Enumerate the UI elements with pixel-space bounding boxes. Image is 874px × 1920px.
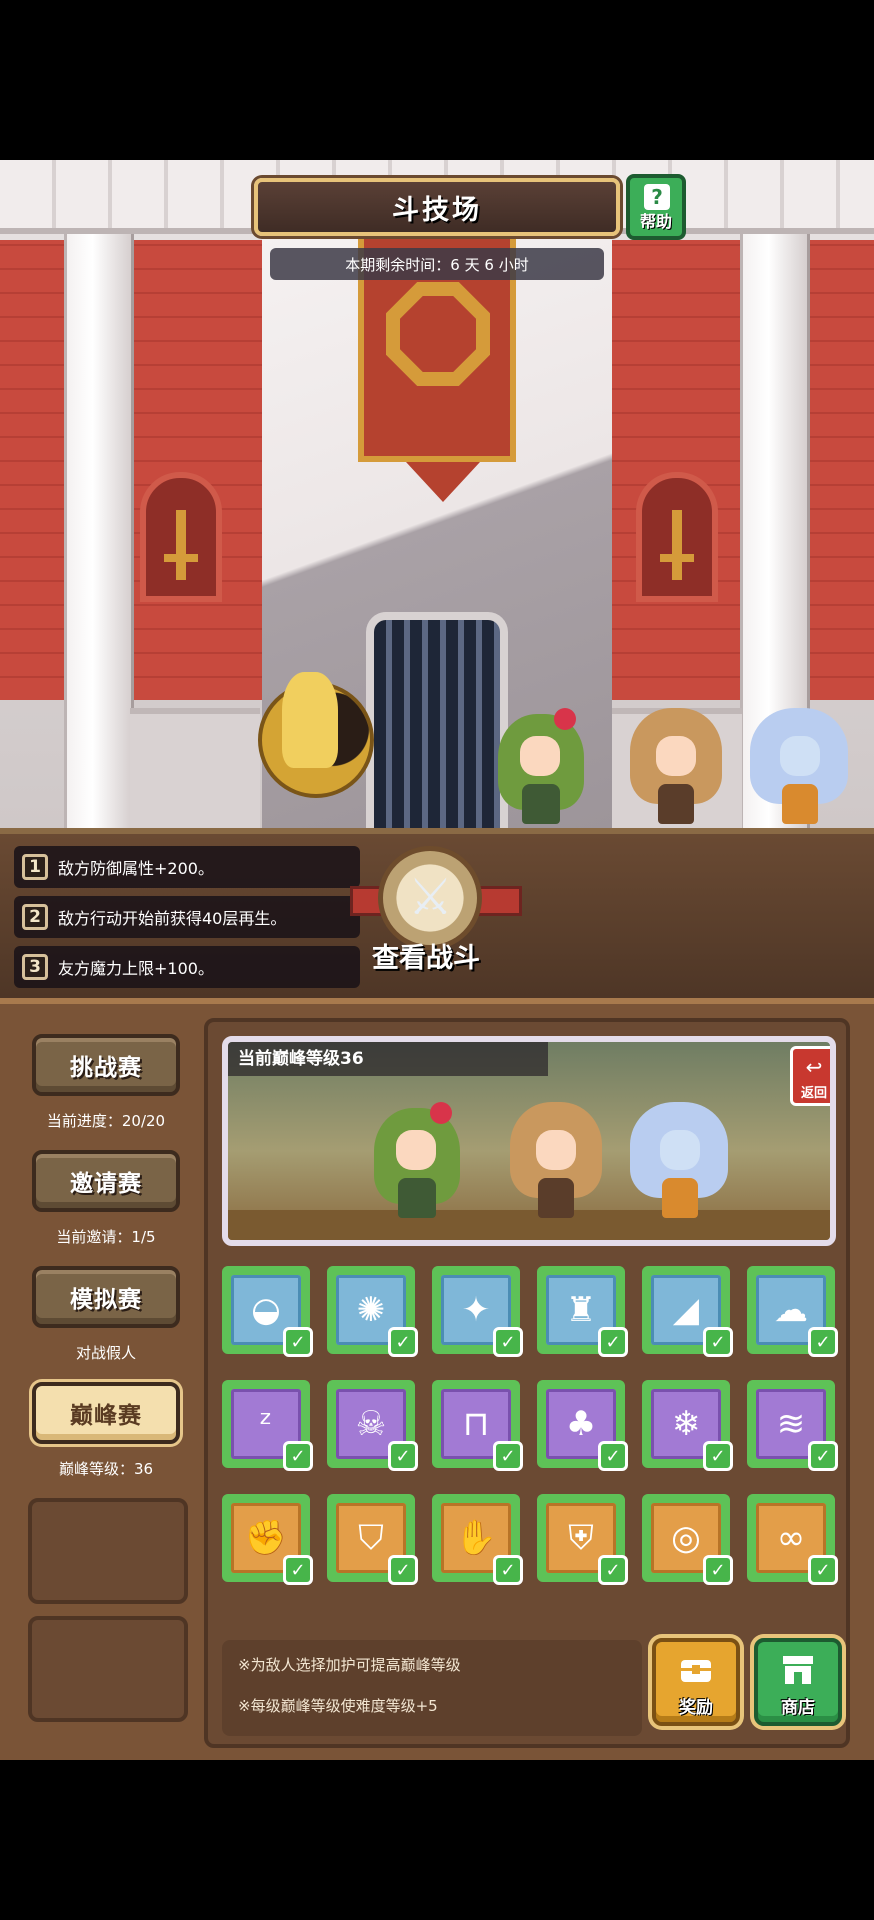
- buff-slot[interactable]: ✊ ✓: [222, 1494, 313, 1585]
- empty-slot: [28, 1616, 188, 1722]
- note-line: ※每级巅峰等级使难度等级+5: [238, 1697, 438, 1715]
- pillar-base: [130, 708, 260, 828]
- buff-slot[interactable]: ᶻ ✓: [222, 1380, 313, 1471]
- note-line: ※为敌人选择加护可提高巅峰等级: [238, 1656, 461, 1674]
- invite-button[interactable]: 邀请赛: [32, 1150, 180, 1212]
- shop-label: 商店: [781, 1698, 815, 1718]
- rule-number: 3: [22, 954, 48, 980]
- checkmark-icon: ✓: [283, 1327, 313, 1357]
- moon-hero-sprite: [282, 672, 338, 768]
- buff-slot[interactable]: ✺ ✓: [327, 1266, 418, 1357]
- shop-button[interactable]: 商店: [754, 1638, 842, 1726]
- crossed-swords-icon: ⚔: [408, 868, 453, 926]
- buff-slot[interactable]: ✋ ✓: [432, 1494, 523, 1585]
- back-label: 返回: [800, 1086, 827, 1101]
- simulation-button[interactable]: 模拟赛: [32, 1266, 180, 1328]
- buff-slot[interactable]: ⊓ ✓: [432, 1380, 523, 1471]
- chest-icon: [681, 1660, 711, 1682]
- mode-panel: 挑战赛 当前进度：20/20 邀请赛 当前邀请：1/5 模拟赛 对战假人 巅峰赛…: [0, 998, 874, 1760]
- buff-slot[interactable]: ✦ ✓: [432, 1266, 523, 1357]
- checkmark-icon: ✓: [388, 1327, 418, 1357]
- checkmark-icon: ✓: [598, 1555, 628, 1585]
- challenge-progress: 当前进度：20/20: [46, 1112, 166, 1130]
- buff-slot[interactable]: ♣ ✓: [537, 1380, 628, 1471]
- challenge-button[interactable]: 挑战赛: [32, 1034, 180, 1096]
- empty-slot: [28, 1498, 188, 1604]
- buff-slot[interactable]: ⛉ ✓: [327, 1494, 418, 1585]
- reward-label: 奖励: [679, 1698, 713, 1718]
- checkmark-icon: ✓: [388, 1441, 418, 1471]
- peak-level-header: 当前巅峰等级36: [228, 1042, 548, 1076]
- peak-level: 巅峰等级：36: [58, 1460, 154, 1478]
- peak-panel: 当前巅峰等级36 ↩ 返回 ◒ ✓ ✺ ✓ ✦ ✓ ♜ ✓ ◢ ✓ ☁ ✓ ᶻ …: [204, 1018, 850, 1748]
- buff-slot[interactable]: ≋ ✓: [747, 1380, 838, 1471]
- rule-item: 3 友方魔力上限+100。: [14, 946, 360, 988]
- arena-scene: 斗技场 ? 帮助 本期剩余时间：6 天 6 小时: [0, 160, 874, 828]
- rule-text: 敌方行动开始前获得40层再生。: [58, 909, 287, 928]
- reward-button[interactable]: 奖励: [652, 1638, 740, 1726]
- arena-screen: 斗技场 ? 帮助 本期剩余时间：6 天 6 小时 1 敌方防御属性+200。 2…: [0, 160, 874, 1760]
- checkmark-icon: ✓: [703, 1441, 733, 1471]
- rule-number: 1: [22, 854, 48, 880]
- checkmark-icon: ✓: [283, 1441, 313, 1471]
- sword-niche: [636, 472, 718, 602]
- buff-slot[interactable]: ⛨ ✓: [537, 1494, 628, 1585]
- checkmark-icon: ✓: [283, 1555, 313, 1585]
- checkmark-icon: ✓: [493, 1441, 523, 1471]
- checkmark-icon: ✓: [703, 1555, 733, 1585]
- back-button[interactable]: ↩ 返回: [790, 1046, 830, 1106]
- view-battle-label: 查看战斗: [372, 943, 480, 974]
- buff-slot[interactable]: ♜ ✓: [537, 1266, 628, 1357]
- view-battle-button[interactable]: ⚔ 查看战斗: [350, 846, 522, 976]
- buff-slot[interactable]: ☁ ✓: [747, 1266, 838, 1357]
- hero-sprite-lion: [506, 1102, 606, 1222]
- buff-slot[interactable]: ◒ ✓: [222, 1266, 313, 1357]
- checkmark-icon: ✓: [493, 1555, 523, 1585]
- buff-slot[interactable]: ∞ ✓: [747, 1494, 838, 1585]
- sword-niche: [140, 472, 222, 602]
- hero-sprite-lion: [626, 708, 726, 828]
- rule-text: 友方魔力上限+100。: [58, 959, 214, 978]
- checkmark-icon: ✓: [808, 1555, 838, 1585]
- checkmark-icon: ✓: [703, 1327, 733, 1357]
- mode-list: 挑战赛 当前进度：20/20 邀请赛 当前邀请：1/5 模拟赛 对战假人 巅峰赛…: [18, 1018, 194, 1748]
- buff-slot[interactable]: ❄ ✓: [642, 1380, 733, 1471]
- checkmark-icon: ✓: [808, 1441, 838, 1471]
- return-arrow-icon: ↩: [805, 1055, 823, 1079]
- invite-progress: 当前邀请：1/5: [56, 1228, 156, 1246]
- buff-slot[interactable]: ◢ ✓: [642, 1266, 733, 1357]
- help-label: 帮助: [639, 212, 672, 231]
- page-title-text: 斗技场: [392, 194, 482, 226]
- season-timer: 本期剩余时间：6 天 6 小时: [270, 248, 604, 280]
- peak-battle-preview: 当前巅峰等级36 ↩ 返回: [222, 1036, 836, 1246]
- peak-notes: ※为敌人选择加护可提高巅峰等级 ※每级巅峰等级使难度等级+5: [222, 1640, 642, 1736]
- rule-item: 1 敌方防御属性+200。: [14, 846, 360, 888]
- rule-number: 2: [22, 904, 48, 930]
- hero-sprite-green: [492, 708, 592, 828]
- hero-sprite-blue: [746, 708, 852, 828]
- checkmark-icon: ✓: [598, 1327, 628, 1357]
- rule-item: 2 敌方行动开始前获得40层再生。: [14, 896, 360, 938]
- hero-sprite-green: [368, 1102, 468, 1222]
- checkmark-icon: ✓: [598, 1441, 628, 1471]
- buff-slot[interactable]: ◎ ✓: [642, 1494, 733, 1585]
- checkmark-icon: ✓: [808, 1327, 838, 1357]
- checkmark-icon: ✓: [493, 1327, 523, 1357]
- shop-icon: [783, 1656, 813, 1684]
- pillar: [64, 234, 134, 828]
- help-button[interactable]: ? 帮助: [626, 174, 686, 240]
- arena-gate: [366, 612, 508, 828]
- simulation-desc: 对战假人: [75, 1344, 136, 1362]
- checkmark-icon: ✓: [388, 1555, 418, 1585]
- peak-button[interactable]: 巅峰赛: [32, 1382, 180, 1444]
- question-icon: ?: [644, 184, 670, 210]
- rule-text: 敌方防御属性+200。: [58, 859, 214, 878]
- page-title: 斗技场: [254, 178, 620, 236]
- buff-slot[interactable]: ☠ ✓: [327, 1380, 418, 1471]
- hero-sprite-blue: [626, 1102, 732, 1222]
